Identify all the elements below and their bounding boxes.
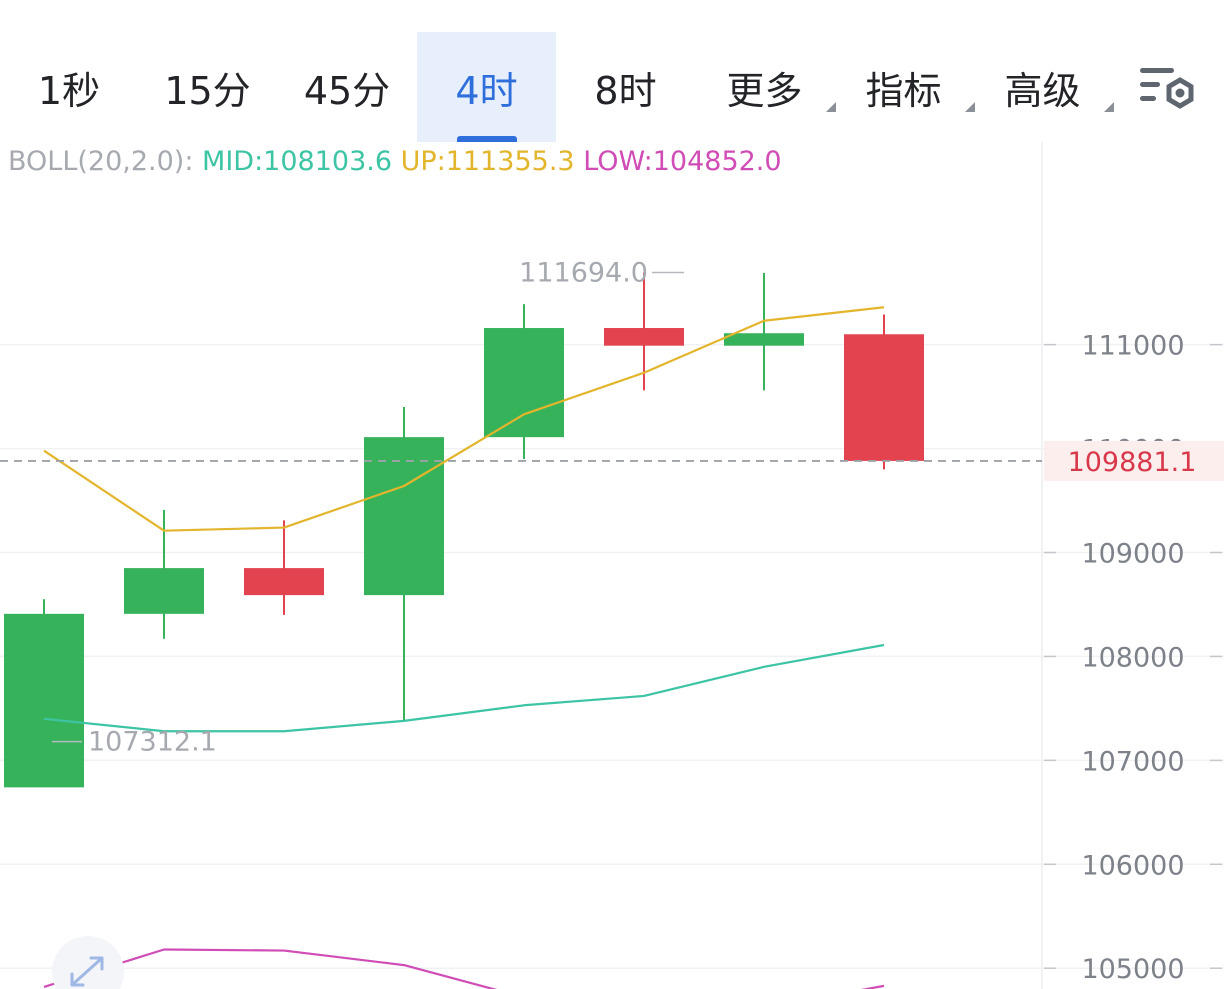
tab-label: 1秒 — [37, 68, 101, 113]
y-tick-label: 108000 — [1081, 642, 1184, 673]
expand-button-bg — [52, 936, 124, 989]
more-dropdown[interactable]: 更多 — [695, 32, 836, 142]
timeframe-tab-bar: 1秒 15分 45分 4时 8时 更多 指标 高级 — [0, 0, 1224, 142]
tab-label: 15分 — [164, 68, 251, 113]
y-tick-label: 109000 — [1081, 539, 1184, 570]
candle-body — [4, 613, 84, 788]
y-tick-label: 105000 — [1081, 954, 1184, 985]
dropdown-caret-icon — [1104, 102, 1114, 112]
boll-mid-line — [43, 643, 885, 733]
tab-label: 8时 — [594, 68, 657, 113]
tab-label: 更多 — [726, 68, 803, 113]
boll-lower-line — [43, 948, 885, 989]
candles — [4, 272, 924, 788]
candle-body — [244, 568, 324, 596]
tab-label: 指标 — [865, 68, 942, 113]
tab-8h[interactable]: 8时 — [556, 32, 695, 142]
chart-settings-icon[interactable] — [1138, 66, 1196, 112]
candle-body — [124, 568, 204, 614]
advanced-dropdown[interactable]: 高级 — [973, 32, 1114, 142]
y-tick-label: 111000 — [1081, 331, 1184, 362]
candle-body — [604, 328, 684, 346]
tab-45m[interactable]: 45分 — [277, 32, 417, 142]
y-tick-label: 106000 — [1081, 850, 1184, 881]
chart-labels: 1110001100001090001080001070001060001050… — [52, 258, 1224, 989]
tab-label: 4时 — [455, 68, 518, 113]
last-price-label: 109881.1 — [1068, 447, 1197, 478]
min-price-label: 107312.1 — [88, 727, 217, 758]
candle-body — [364, 437, 444, 596]
tab-label: 45分 — [303, 68, 391, 113]
candle-body — [484, 328, 564, 438]
candle-body — [844, 334, 924, 461]
tab-label: 高级 — [1004, 68, 1081, 113]
candle-body — [724, 333, 804, 346]
tab-15m[interactable]: 15分 — [138, 32, 277, 142]
max-price-label: 111694.0 — [519, 258, 648, 289]
y-tick-label: 107000 — [1081, 746, 1184, 777]
tab-4h[interactable]: 4时 — [417, 32, 556, 142]
candlestick-chart[interactable]: 1110001100001090001080001070001060001050… — [0, 142, 1224, 989]
tab-1s[interactable]: 1秒 — [0, 32, 138, 142]
indicators-dropdown[interactable]: 指标 — [834, 32, 975, 142]
